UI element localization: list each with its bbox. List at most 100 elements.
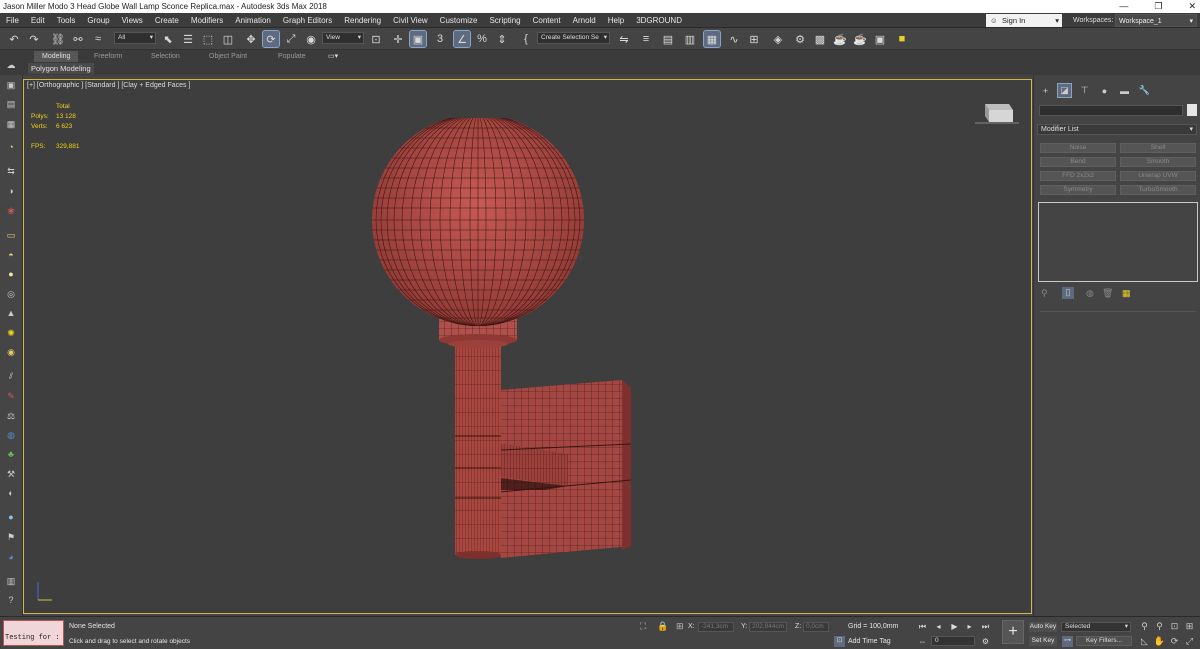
close-button[interactable]: ✕ [1188, 0, 1196, 13]
utilities-icon[interactable]: 🔧 [1138, 84, 1151, 97]
particle-icon[interactable]: ❀ [4, 204, 18, 218]
sign-in-button[interactable]: ☺ Sign In ▾ [986, 14, 1062, 27]
tab-object-paint[interactable]: Object Paint [201, 51, 255, 62]
geosphere-icon[interactable]: ◉ [4, 345, 18, 359]
modifier-list-select[interactable]: Modifier List ▾ [1037, 124, 1197, 135]
viewport-layout-icon[interactable]: ☁ [4, 58, 18, 72]
ffd-button[interactable]: FFD 2x2x2 [1040, 171, 1116, 181]
mirror-icon[interactable]: ⇋ [616, 31, 632, 47]
selection-filter-select[interactable]: All ▾ [114, 32, 156, 44]
workspace-select[interactable]: Workspace_1 ▾ [1115, 14, 1197, 27]
select-move-icon[interactable]: ✥ [243, 31, 259, 47]
maximize-button[interactable]: ❐ [1154, 0, 1162, 13]
sun-icon[interactable]: ✺ [4, 326, 18, 340]
pin-stack-icon[interactable]: ⚲ [1041, 288, 1048, 299]
menu-scripting[interactable]: Scripting [483, 13, 526, 28]
viewcube-icon[interactable] [975, 102, 1019, 126]
redo-icon[interactable]: ↷ [26, 31, 42, 47]
unlink-icon[interactable]: ⚯ [70, 31, 86, 47]
menu-3dground[interactable]: 3DGROUND [630, 13, 688, 28]
render-in-cloud-icon[interactable]: ▣ [872, 31, 888, 47]
object-name-field[interactable] [1039, 105, 1183, 116]
zoom-icon[interactable]: ⚲ [1139, 621, 1150, 632]
bend-button[interactable]: Bend [1040, 157, 1116, 167]
menu-file[interactable]: File [0, 13, 25, 28]
hammer-icon[interactable]: ⚒ [4, 467, 18, 481]
key-filters-button[interactable]: Key Filters... [1076, 636, 1132, 646]
shell-button[interactable]: Shell [1120, 143, 1196, 153]
material-editor-icon[interactable]: ◈ [770, 31, 786, 47]
zoom-extents-all-icon[interactable]: ⊞ [1184, 621, 1195, 632]
light-icon[interactable]: ◔ [4, 140, 18, 154]
menu-help[interactable]: Help [602, 13, 630, 28]
key-mode-icon[interactable]: ⇔ [917, 636, 928, 647]
gradient-sphere-icon[interactable]: ◐ [4, 486, 18, 500]
show-end-result-icon[interactable]: ▯ [1062, 287, 1074, 299]
maxscript-line[interactable]: Testing for : [5, 634, 60, 642]
turbosmooth-button[interactable]: TurboSmooth [1120, 185, 1196, 195]
field-of-view-icon[interactable]: ◺ [1139, 636, 1150, 647]
keyboard-shortcut-icon[interactable]: ✛ [390, 31, 406, 47]
unwrap-uvw-button[interactable]: Unwrap UVW [1120, 171, 1196, 181]
lock-selection-icon[interactable]: 🔒 [657, 621, 668, 632]
tab-freeform[interactable]: Freeform [86, 51, 130, 62]
add-time-tag[interactable]: Add Time Tag [848, 638, 891, 645]
ribbon-toggle-icon[interactable]: ▦ [703, 30, 721, 48]
modify-icon[interactable]: ◪ [1057, 83, 1072, 98]
default-in-out-icon[interactable]: ⊶ [1062, 636, 1073, 647]
symmetry-button[interactable]: Symmetry [1040, 185, 1116, 195]
isolate-icon[interactable]: ⛶ [640, 621, 646, 632]
key-set-select[interactable]: Selected ▾ [1061, 622, 1131, 632]
z-coord-field[interactable]: 0,0cm [803, 622, 829, 632]
rect-region-icon[interactable]: ⬚ [200, 31, 216, 47]
percent-snap-icon[interactable]: % [474, 31, 490, 47]
motion-icon[interactable]: ● [1098, 84, 1111, 97]
next-frame-icon[interactable]: ▸ [964, 621, 975, 632]
menu-animation[interactable]: Animation [229, 13, 277, 28]
torus-icon[interactable]: ◎ [4, 287, 18, 301]
lamp-model[interactable] [360, 118, 650, 568]
zoom-all-icon[interactable]: ⚲ [1154, 621, 1165, 632]
select-icon[interactable]: ⬉ [160, 31, 176, 47]
menu-create[interactable]: Create [149, 13, 185, 28]
tab-modeling[interactable]: Modeling [34, 51, 79, 62]
tab-populate[interactable]: Populate [270, 51, 314, 62]
display-icon[interactable]: ▬ [1118, 84, 1131, 97]
undo-icon[interactable]: ↶ [6, 31, 22, 47]
menu-content[interactable]: Content [527, 13, 567, 28]
hair-icon[interactable]: ⫽ [4, 369, 18, 383]
sphere-icon[interactable]: ● [4, 267, 18, 281]
menu-group[interactable]: Group [81, 13, 115, 28]
absolute-mode-icon[interactable]: ⊞ [676, 621, 684, 632]
plant-icon[interactable]: ♣ [4, 447, 18, 461]
plugin-icon[interactable]: ▥ [4, 574, 18, 588]
goto-end-icon[interactable]: ⏭ [980, 621, 991, 632]
curve-editor-icon[interactable]: ∿ [726, 31, 742, 47]
select-scale-icon[interactable]: ⤢ [283, 31, 299, 47]
minimize-button[interactable]: — [1119, 0, 1128, 13]
menu-tools[interactable]: Tools [51, 13, 82, 28]
paint-icon[interactable]: ✎ [4, 389, 18, 403]
render-frame-icon[interactable]: ▩ [812, 31, 828, 47]
list-icon[interactable]: ▤ [4, 97, 18, 111]
pan-icon[interactable]: ✋ [1154, 636, 1165, 647]
viewport-label[interactable]: [+] [Orthographic ] [Standard ] [Clay + … [27, 82, 190, 89]
maxscript-listener[interactable] [3, 620, 64, 646]
scene-explorer-icon[interactable]: ▤ [660, 31, 676, 47]
edit-named-sets-icon[interactable]: { [518, 31, 534, 47]
schematic-view-icon[interactable]: ⊞ [746, 31, 762, 47]
menu-rendering[interactable]: Rendering [338, 13, 387, 28]
render-sphere-icon[interactable]: ◕ [4, 550, 18, 564]
hierarchy-icon[interactable]: ⊤ [1078, 84, 1091, 97]
angle-snap-icon[interactable]: ∠ [453, 30, 471, 48]
configure-modifier-sets-icon[interactable]: ▦ [1122, 288, 1131, 299]
snap-toggle-icon[interactable]: ▣ [409, 30, 427, 48]
table-icon[interactable]: ▦ [4, 117, 18, 131]
maximize-viewport-icon[interactable]: ⤢ [1184, 636, 1195, 647]
menu-customize[interactable]: Customize [434, 13, 484, 28]
make-unique-icon[interactable]: ◍ [1086, 288, 1094, 299]
help-icon[interactable]: ? [4, 593, 18, 607]
render-active-icon[interactable]: ☕ [852, 31, 868, 47]
render-setup-icon[interactable]: ⚙ [792, 31, 808, 47]
hemisphere-icon[interactable]: ◓ [4, 248, 18, 262]
